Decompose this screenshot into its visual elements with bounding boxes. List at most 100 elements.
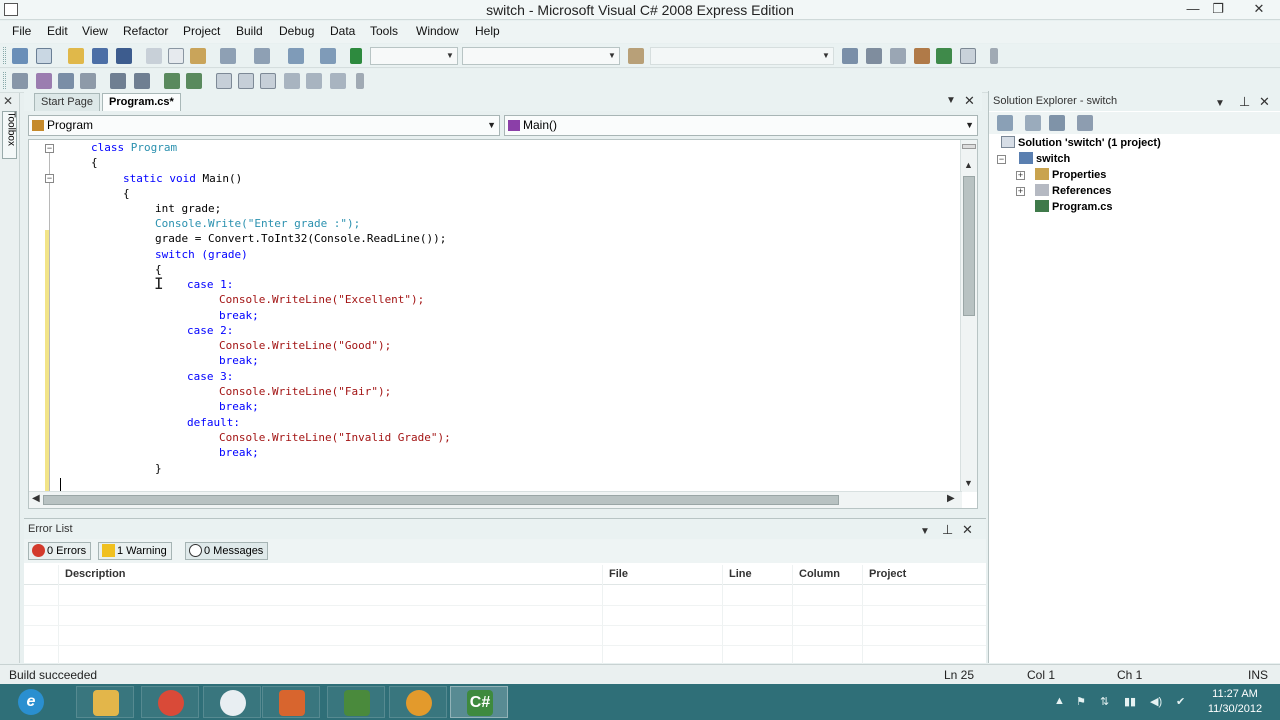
- active-files-dropdown-icon[interactable]: ▼: [946, 95, 956, 106]
- expand-icon[interactable]: +: [1016, 187, 1025, 196]
- errors-filter-button[interactable]: 0 Errors: [28, 542, 92, 560]
- tree-item-project[interactable]: switch: [1019, 151, 1070, 167]
- new-project-icon[interactable]: [12, 48, 28, 64]
- taskbar-clock[interactable]: 11:27 AM 11/30/2012: [1200, 687, 1270, 717]
- column-file[interactable]: File: [609, 568, 628, 580]
- properties-window-icon[interactable]: [890, 48, 906, 64]
- scroll-right-icon[interactable]: ▶: [947, 493, 955, 504]
- find-combo[interactable]: ▼: [650, 47, 834, 65]
- redo-icon[interactable]: [254, 48, 270, 64]
- scroll-up-icon[interactable]: ▲: [964, 160, 973, 170]
- taskbar-clock-app[interactable]: [203, 686, 261, 718]
- next-bookmark-icon[interactable]: [260, 73, 276, 89]
- solution-configuration-combo[interactable]: ▼: [370, 47, 458, 65]
- action-center-icon[interactable]: ⚑: [1076, 695, 1086, 708]
- parameter-info-icon[interactable]: [36, 73, 52, 89]
- tree-item-program-cs[interactable]: Program.cs: [1035, 199, 1113, 215]
- horizontal-scrollbar[interactable]: ◀ ▶: [29, 491, 962, 508]
- tab-start-page[interactable]: Start Page: [34, 93, 100, 111]
- tree-item-properties[interactable]: Properties: [1035, 167, 1106, 183]
- members-combo[interactable]: Main() ▼: [504, 115, 978, 136]
- collapse-method-icon[interactable]: −: [45, 174, 54, 183]
- quick-info-icon[interactable]: [58, 73, 74, 89]
- vertical-scrollbar[interactable]: ▲ ▼: [960, 140, 977, 492]
- close-document-icon[interactable]: ✕: [964, 93, 975, 109]
- toolbar-overflow-icon[interactable]: [990, 48, 998, 64]
- collapse-class-icon[interactable]: −: [45, 144, 54, 153]
- show-hidden-icons-icon[interactable]: ▲: [1054, 695, 1065, 707]
- window-position-icon[interactable]: ▼: [1215, 94, 1225, 114]
- decrease-indent-icon[interactable]: [110, 73, 126, 89]
- tree-item-references[interactable]: References: [1035, 183, 1111, 199]
- messages-filter-button[interactable]: 0 Messages: [185, 542, 269, 560]
- start-page-icon[interactable]: [960, 48, 976, 64]
- minimize-button[interactable]: —: [1181, 0, 1205, 18]
- previous-bookmark-icon[interactable]: [238, 73, 254, 89]
- add-item-icon[interactable]: [36, 48, 52, 64]
- taskbar-visual-csharp[interactable]: C#: [450, 686, 508, 718]
- paste-icon[interactable]: [190, 48, 206, 64]
- security-icon[interactable]: ✔: [1176, 695, 1185, 708]
- view-code-icon[interactable]: [1077, 115, 1093, 131]
- uncomment-icon[interactable]: [186, 73, 202, 89]
- scroll-down-icon[interactable]: ▼: [964, 478, 973, 488]
- display-object-members-icon[interactable]: [12, 73, 28, 89]
- save-icon[interactable]: [92, 48, 108, 64]
- volume-icon[interactable]: ◀): [1150, 695, 1162, 708]
- taskbar-chrome[interactable]: [141, 686, 199, 718]
- toolbar-grip[interactable]: [3, 47, 6, 64]
- menu-build[interactable]: Build: [236, 24, 263, 38]
- tab-program-cs[interactable]: Program.cs*: [102, 93, 181, 111]
- menu-tools[interactable]: Tools: [370, 24, 398, 38]
- toolbar-overflow-icon[interactable]: [356, 73, 364, 89]
- column-column[interactable]: Column: [799, 568, 840, 580]
- complete-word-icon[interactable]: [80, 73, 96, 89]
- toggle-bookmark-icon[interactable]: [216, 73, 232, 89]
- taskbar-presentation[interactable]: [262, 686, 320, 718]
- previous-bookmark-folder-icon[interactable]: [284, 73, 300, 89]
- taskbar-explorer[interactable]: [76, 686, 134, 718]
- collapse-icon[interactable]: −: [997, 155, 1006, 164]
- column-project[interactable]: Project: [869, 568, 906, 580]
- menu-data[interactable]: Data: [330, 24, 355, 38]
- navigate-forward-icon[interactable]: [320, 48, 336, 64]
- scroll-left-icon[interactable]: ◀: [32, 493, 40, 504]
- auto-hide-pin-icon[interactable]: ⊥: [942, 520, 953, 540]
- types-combo[interactable]: Program ▼: [28, 115, 500, 136]
- save-all-icon[interactable]: [116, 48, 132, 64]
- start-debugging-icon[interactable]: [350, 48, 362, 64]
- navigate-backward-icon[interactable]: [288, 48, 304, 64]
- toolbox-tab[interactable]: Toolbox: [2, 111, 17, 159]
- find-icon[interactable]: [842, 48, 858, 64]
- menu-project[interactable]: Project: [183, 24, 220, 38]
- menu-refactor[interactable]: Refactor: [123, 24, 168, 38]
- undo-icon[interactable]: [220, 48, 236, 64]
- code-editor[interactable]: − − class Program { static void Main() {…: [28, 139, 978, 509]
- expand-icon[interactable]: +: [1016, 171, 1025, 180]
- taskbar-ie[interactable]: e: [12, 686, 70, 718]
- next-bookmark-folder-icon[interactable]: [306, 73, 322, 89]
- toolbar-grip[interactable]: [3, 72, 6, 89]
- refresh-icon[interactable]: [1049, 115, 1065, 131]
- menu-help[interactable]: Help: [475, 24, 500, 38]
- object-browser-icon[interactable]: [936, 48, 952, 64]
- copy-icon[interactable]: [168, 48, 184, 64]
- close-window-button[interactable]: ✕: [1244, 0, 1274, 18]
- vertical-scroll-thumb[interactable]: [963, 176, 975, 316]
- menu-debug[interactable]: Debug: [279, 24, 314, 38]
- solution-platform-combo[interactable]: ▼: [462, 47, 620, 65]
- tree-item-solution[interactable]: Solution 'switch' (1 project): [1001, 135, 1161, 151]
- menu-window[interactable]: Window: [416, 24, 459, 38]
- warnings-filter-button[interactable]: 1 Warning: [98, 542, 172, 560]
- properties-icon[interactable]: [997, 115, 1013, 131]
- close-icon[interactable]: ✕: [3, 94, 13, 108]
- close-icon[interactable]: ✕: [962, 520, 973, 540]
- column-line[interactable]: Line: [729, 568, 752, 580]
- menu-file[interactable]: File: [12, 24, 31, 38]
- menu-view[interactable]: View: [82, 24, 108, 38]
- network-icon[interactable]: ⇅: [1100, 695, 1109, 708]
- cut-icon[interactable]: [146, 48, 162, 64]
- toolbox-toolbar-icon[interactable]: [914, 48, 930, 64]
- clear-bookmarks-icon[interactable]: [330, 73, 346, 89]
- open-file-icon[interactable]: [68, 48, 84, 64]
